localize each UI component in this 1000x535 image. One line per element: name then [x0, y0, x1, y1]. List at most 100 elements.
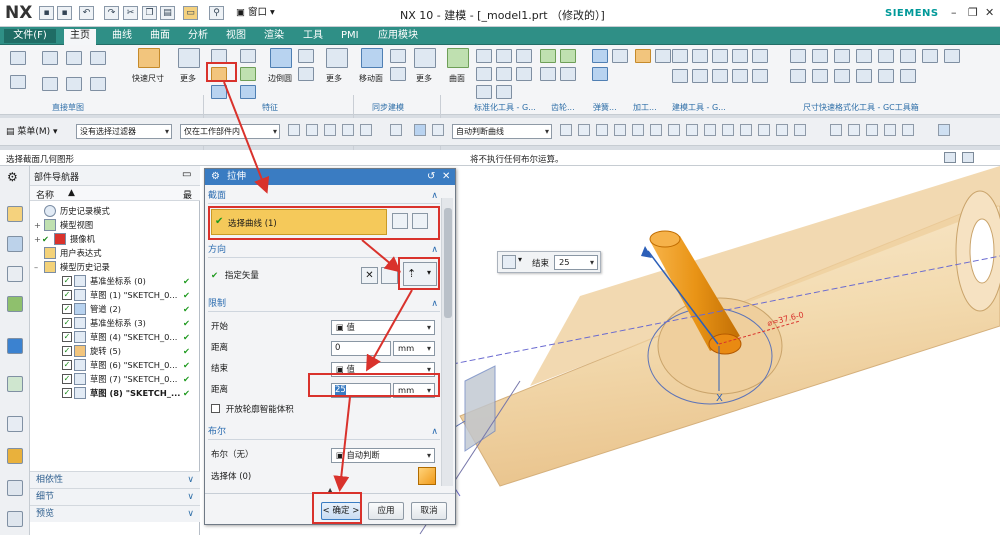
- tree-row[interactable]: ✓ 基准坐标系 (0) ✔: [30, 274, 200, 288]
- more-sync-button[interactable]: 更多: [416, 73, 432, 84]
- collapse-icon[interactable]: –: [34, 260, 38, 274]
- visibility-checkbox[interactable]: ✓: [62, 346, 72, 356]
- snap-1-icon[interactable]: [560, 124, 572, 136]
- apply-button[interactable]: 应用: [368, 502, 404, 520]
- model-tool-7-icon[interactable]: [692, 69, 708, 83]
- tree-row[interactable]: ✓ 草图 (1) "SKETCH_0... ✔: [30, 288, 200, 302]
- tree-row[interactable]: ✓ 草图 (7) "SKETCH_0... ✔: [30, 372, 200, 386]
- machining-tool-2-icon[interactable]: [655, 49, 671, 63]
- std-tool-6-icon[interactable]: [516, 67, 532, 81]
- value-type-icon[interactable]: [502, 255, 516, 269]
- menu-view[interactable]: 视图: [226, 29, 246, 43]
- open-profile-row[interactable]: 开放轮廓智能体积: [211, 402, 439, 418]
- edge-blend-button[interactable]: 边倒圆: [268, 73, 292, 84]
- hole-icon[interactable]: [240, 49, 256, 63]
- snap-3-icon[interactable]: [596, 124, 608, 136]
- model-tool-10-icon[interactable]: [752, 69, 768, 83]
- gear-tool-3-icon[interactable]: [540, 67, 556, 81]
- more-feature-icon[interactable]: [326, 48, 348, 68]
- system-materials-icon[interactable]: [7, 511, 23, 527]
- gear-icon[interactable]: ⚙: [211, 169, 220, 185]
- direction-header[interactable]: 方向 ∧: [208, 243, 440, 258]
- navigator-pin-icon[interactable]: ▭: [182, 169, 191, 180]
- expand-icon[interactable]: +: [34, 232, 41, 246]
- reuse-library-icon[interactable]: [7, 296, 23, 312]
- redo-icon[interactable]: ↷: [104, 6, 119, 20]
- end-type-select[interactable]: ▣ 值: [331, 362, 435, 377]
- unite-icon[interactable]: [240, 67, 256, 81]
- select-tool-5-icon[interactable]: [360, 124, 372, 136]
- tree-row[interactable]: + ✔ 摄像机: [30, 232, 200, 246]
- move-face-icon[interactable]: [361, 48, 383, 68]
- undo-icon[interactable]: ↶: [79, 6, 94, 20]
- save-icon[interactable]: ▪: [39, 6, 54, 20]
- curve-rule-select[interactable]: 自动判断曲线: [452, 124, 552, 139]
- visibility-checkbox[interactable]: ✓: [62, 318, 72, 328]
- select-curve-row[interactable]: ✔ 选择曲线 (1): [211, 209, 387, 235]
- copy-icon[interactable]: ❐: [142, 6, 157, 20]
- view-1-icon[interactable]: [830, 124, 842, 136]
- dim-format-13-icon[interactable]: [878, 69, 894, 83]
- gear-tool-1-icon[interactable]: [540, 49, 556, 63]
- view-2-icon[interactable]: [848, 124, 860, 136]
- sketch-section-icon[interactable]: [392, 213, 408, 229]
- ok-button[interactable]: < 确定 >: [321, 502, 361, 520]
- view-4-icon[interactable]: [884, 124, 896, 136]
- select-tool-6-icon[interactable]: [390, 124, 402, 136]
- assembly-navigator-icon[interactable]: [7, 236, 23, 252]
- snap-12-icon[interactable]: [758, 124, 770, 136]
- shell-icon[interactable]: [240, 85, 256, 99]
- snap-5-icon[interactable]: [632, 124, 644, 136]
- menu-pmi[interactable]: PMI: [341, 29, 359, 43]
- open-profile-checkbox[interactable]: [211, 404, 220, 413]
- select-tool-4-icon[interactable]: [342, 124, 354, 136]
- menu-button[interactable]: ▤ 菜单(M) ▾: [6, 124, 58, 137]
- reverse-direction-icon[interactable]: ✕: [361, 267, 378, 284]
- dim-format-1-icon[interactable]: [790, 49, 806, 63]
- quick-dimension-button[interactable]: 快速尺寸: [132, 73, 164, 84]
- close-icon[interactable]: ✕: [442, 169, 450, 185]
- web-browser-icon[interactable]: [7, 338, 23, 354]
- menu-surface[interactable]: 曲面: [150, 29, 170, 43]
- visibility-checkbox[interactable]: ✓: [62, 360, 72, 370]
- quick-dimension-icon[interactable]: [138, 48, 160, 68]
- dim-format-12-icon[interactable]: [856, 69, 872, 83]
- scrollbar-thumb[interactable]: [444, 208, 452, 318]
- tree-row[interactable]: 用户表达式: [30, 246, 200, 260]
- cue-restore-icon[interactable]: [944, 152, 956, 163]
- surface-icon[interactable]: [447, 48, 469, 68]
- profile-icon[interactable]: [42, 51, 58, 65]
- point-icon[interactable]: [90, 77, 106, 91]
- tree-row[interactable]: 历史记录模式: [30, 204, 200, 218]
- model-tool-8-icon[interactable]: [712, 69, 728, 83]
- dim-format-14-icon[interactable]: [900, 69, 916, 83]
- dim-format-4-icon[interactable]: [856, 49, 872, 63]
- limits-header[interactable]: 限制 ∧: [208, 297, 440, 312]
- roles-icon[interactable]: [7, 480, 23, 496]
- menu-file[interactable]: 文件(F): [4, 29, 56, 43]
- machining-tool-1-icon[interactable]: [635, 49, 651, 63]
- line-icon[interactable]: [90, 51, 106, 65]
- curve-section-icon[interactable]: [412, 213, 428, 229]
- boolean-select[interactable]: ▣ 自动判断: [331, 448, 435, 463]
- cue-split-icon[interactable]: [962, 152, 974, 163]
- dim-format-11-icon[interactable]: [834, 69, 850, 83]
- circle-icon[interactable]: [66, 77, 82, 91]
- chamfer-icon[interactable]: [298, 49, 314, 63]
- end-distance-input[interactable]: 25: [554, 255, 598, 270]
- std-tool-4-icon[interactable]: [476, 67, 492, 81]
- cut-icon[interactable]: ✂: [123, 6, 138, 20]
- constraint-navigator-icon[interactable]: [7, 266, 23, 282]
- save-all-icon[interactable]: ▪: [57, 6, 72, 20]
- gear-tool-2-icon[interactable]: [560, 49, 576, 63]
- process-studio-icon[interactable]: [7, 448, 23, 464]
- edge-blend-icon[interactable]: [270, 48, 292, 68]
- section-header[interactable]: 截面 ∧: [208, 189, 440, 204]
- sketch-icon[interactable]: [10, 51, 26, 65]
- scope-select[interactable]: 仅在工作部件内: [180, 124, 280, 139]
- tree-row[interactable]: ✓ 基准坐标系 (3) ✔: [30, 316, 200, 330]
- select-tool-3-icon[interactable]: [324, 124, 336, 136]
- rectangle-icon[interactable]: [66, 51, 82, 65]
- dim-format-3-icon[interactable]: [834, 49, 850, 63]
- chevron-down-icon[interactable]: ▾: [518, 255, 522, 264]
